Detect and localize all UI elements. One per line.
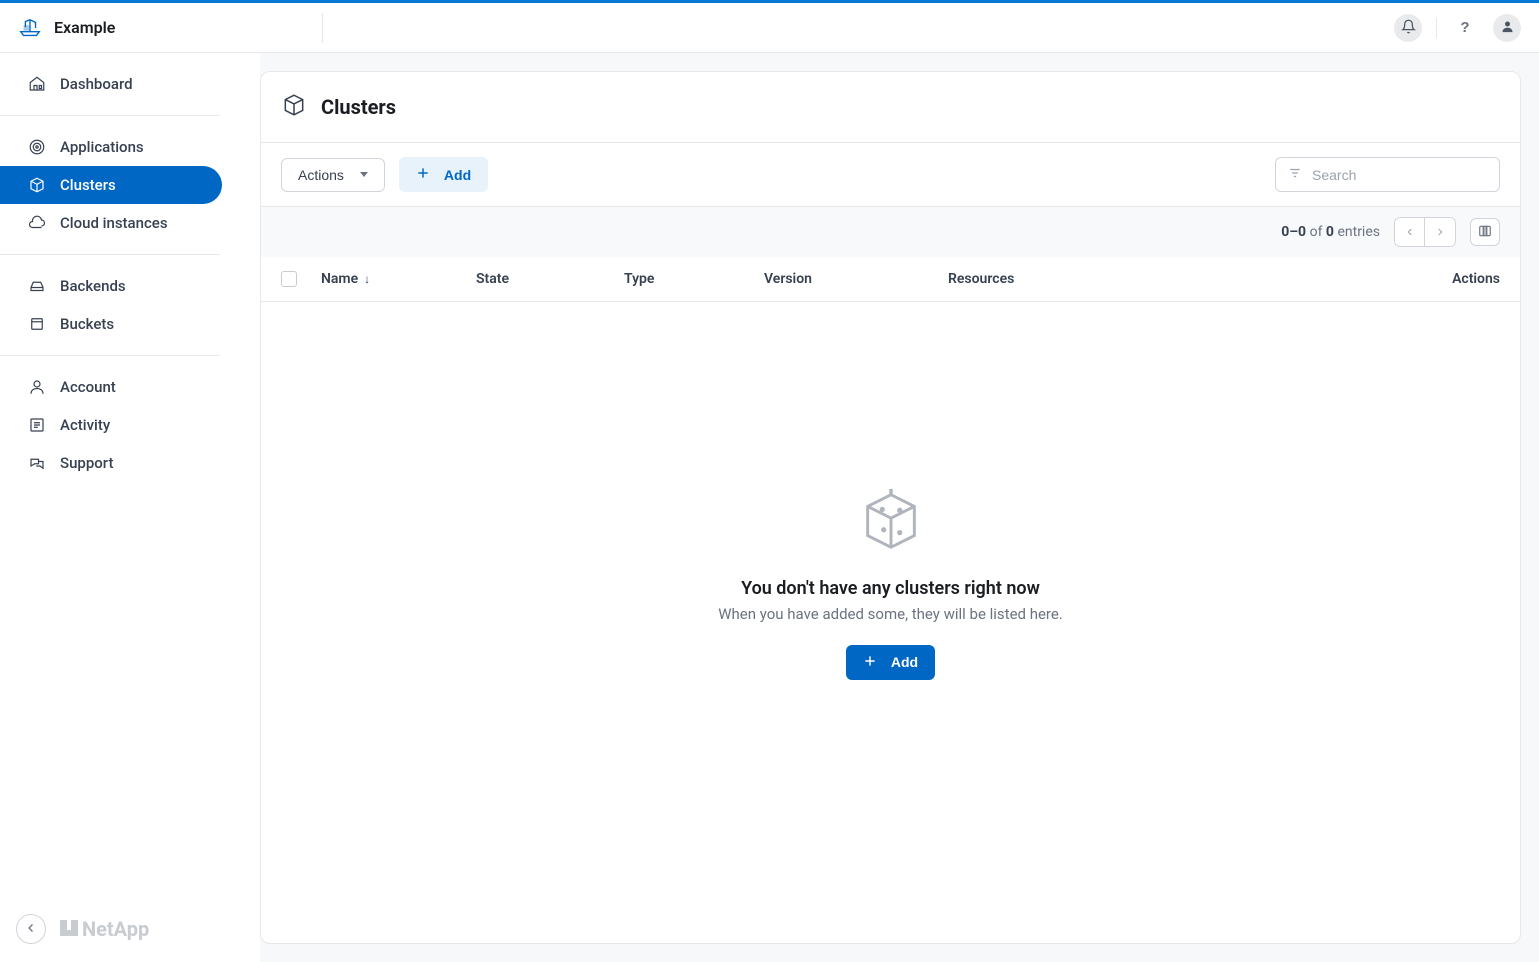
sidebar-item-label: Buckets xyxy=(60,315,114,333)
main-content: Clusters Actions Add xyxy=(260,53,1539,962)
netapp-mark-icon xyxy=(60,917,78,941)
layout: Dashboard Applications Clusters xyxy=(0,53,1539,962)
sidebar-item-label: Cloud instances xyxy=(60,214,168,232)
pager xyxy=(1394,217,1456,247)
empty-title: You don't have any clusters right now xyxy=(741,578,1040,599)
sidebar-item-clusters[interactable]: Clusters xyxy=(0,166,222,204)
plus-icon xyxy=(863,654,877,671)
bell-icon xyxy=(1401,19,1416,37)
columns-button[interactable] xyxy=(1470,218,1500,246)
toolbar: Actions Add xyxy=(261,143,1520,207)
search-box[interactable] xyxy=(1275,157,1500,192)
sidebar-item-label: Account xyxy=(60,378,116,396)
header-divider xyxy=(322,13,323,43)
actions-label: Actions xyxy=(298,167,344,183)
sidebar-footer: NetApp xyxy=(16,914,149,944)
add-button[interactable]: Add xyxy=(399,157,488,192)
table-meta: 0–0 of 0 entries xyxy=(261,207,1520,257)
next-page-button[interactable] xyxy=(1425,218,1455,246)
sidebar-item-buckets[interactable]: Buckets xyxy=(0,305,222,343)
sidebar-item-label: Dashboard xyxy=(60,75,133,93)
prev-page-button[interactable] xyxy=(1395,218,1425,246)
collapse-sidebar-button[interactable] xyxy=(16,914,46,944)
help-icon: ? xyxy=(1460,19,1469,36)
account-icon xyxy=(28,378,46,396)
ship-logo-icon xyxy=(18,16,42,40)
cloud-icon xyxy=(28,214,46,232)
sidebar-item-label: Activity xyxy=(60,416,110,434)
help-button[interactable]: ? xyxy=(1451,14,1479,42)
column-state[interactable]: State xyxy=(476,271,624,287)
sidebar-item-support[interactable]: Support xyxy=(0,444,222,482)
actions-dropdown[interactable]: Actions xyxy=(281,158,385,192)
clusters-icon xyxy=(28,176,46,194)
activity-icon xyxy=(28,416,46,434)
sidebar-item-applications[interactable]: Applications xyxy=(0,128,222,166)
column-version[interactable]: Version xyxy=(764,271,948,287)
empty-subtitle: When you have added some, they will be l… xyxy=(718,605,1063,623)
plus-icon xyxy=(416,166,430,183)
header-left: Example xyxy=(18,13,323,43)
sidebar-item-dashboard[interactable]: Dashboard xyxy=(0,65,222,103)
user-icon xyxy=(1500,19,1515,37)
dashboard-icon xyxy=(28,75,46,93)
user-menu-button[interactable] xyxy=(1493,14,1521,42)
table-header: Name ↓ State Type Version Resources Acti… xyxy=(261,257,1520,302)
column-resources[interactable]: Resources xyxy=(948,271,1420,287)
empty-cluster-icon xyxy=(856,486,926,560)
page-title: Clusters xyxy=(321,95,396,119)
sidebar-item-account[interactable]: Account xyxy=(0,368,222,406)
netapp-text: NetApp xyxy=(82,917,149,941)
toolbar-left: Actions Add xyxy=(281,157,488,192)
search-input[interactable] xyxy=(1312,167,1493,183)
sidebar: Dashboard Applications Clusters xyxy=(0,53,260,962)
chevron-left-icon xyxy=(25,922,37,937)
sort-down-icon: ↓ xyxy=(364,272,370,286)
header-right: ? xyxy=(1394,14,1521,42)
notifications-button[interactable] xyxy=(1394,14,1422,42)
empty-state: You don't have any clusters right now Wh… xyxy=(261,302,1520,943)
column-type[interactable]: Type xyxy=(624,271,764,287)
separator xyxy=(1436,18,1437,38)
sidebar-item-cloud-instances[interactable]: Cloud instances xyxy=(0,204,222,242)
chevron-left-icon xyxy=(1405,225,1415,240)
sidebar-item-label: Clusters xyxy=(60,176,116,194)
entries-count: 0–0 of 0 entries xyxy=(1281,224,1380,240)
sidebar-item-backends[interactable]: Backends xyxy=(0,267,222,305)
sidebar-item-label: Applications xyxy=(60,138,144,156)
empty-add-label: Add xyxy=(891,654,918,670)
columns-icon xyxy=(1478,224,1492,241)
column-name[interactable]: Name ↓ xyxy=(321,271,476,287)
caret-down-icon xyxy=(360,172,368,177)
filter-icon xyxy=(1288,165,1302,184)
netapp-logo: NetApp xyxy=(60,917,149,941)
buckets-icon xyxy=(28,315,46,333)
cluster-icon xyxy=(281,92,307,122)
chevron-right-icon xyxy=(1435,225,1445,240)
brand-name: Example xyxy=(54,18,115,37)
header: Example ? xyxy=(0,3,1539,53)
sidebar-item-activity[interactable]: Activity xyxy=(0,406,222,444)
backends-icon xyxy=(28,277,46,295)
sidebar-item-label: Backends xyxy=(60,277,126,295)
add-label: Add xyxy=(444,167,471,183)
empty-add-button[interactable]: Add xyxy=(846,645,935,680)
support-icon xyxy=(28,454,46,472)
select-all-checkbox[interactable] xyxy=(281,271,297,287)
applications-icon xyxy=(28,138,46,156)
column-actions: Actions xyxy=(1420,271,1500,287)
panel: Clusters Actions Add xyxy=(260,71,1521,944)
sidebar-item-label: Support xyxy=(60,454,113,472)
panel-header: Clusters xyxy=(261,72,1520,143)
